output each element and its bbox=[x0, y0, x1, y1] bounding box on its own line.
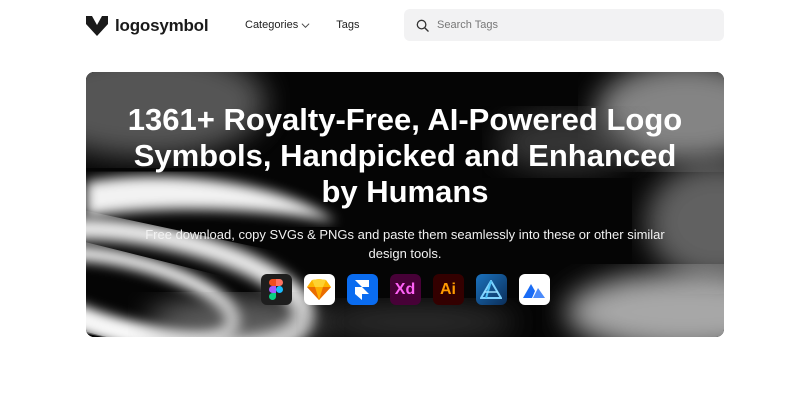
search-input[interactable] bbox=[437, 19, 707, 31]
nav-categories[interactable]: Categories bbox=[245, 19, 310, 31]
nav-categories-label: Categories bbox=[245, 19, 299, 31]
tool-adobe-illustrator[interactable]: Ai bbox=[432, 274, 464, 305]
framer-icon bbox=[355, 279, 369, 300]
tool-figma[interactable] bbox=[260, 274, 292, 305]
search-bar[interactable] bbox=[404, 9, 724, 41]
logo-text: logosymbol bbox=[115, 16, 209, 35]
hero-title-line: Symbols, Handpicked and Enhanced bbox=[133, 138, 677, 173]
hero-title-line: by Humans bbox=[321, 174, 489, 209]
nav-tags[interactable]: Tags bbox=[336, 19, 359, 31]
tool-adobe-xd[interactable]: Xd bbox=[389, 274, 421, 305]
hero-banner: 1361+ Royalty-Free, AI-Powered Logo Symb… bbox=[86, 72, 724, 337]
figma-icon bbox=[269, 279, 283, 300]
tool-affinity-designer[interactable] bbox=[475, 274, 507, 305]
nav-tags-label: Tags bbox=[336, 19, 360, 31]
search-icon bbox=[416, 19, 429, 32]
main-nav: Categories Tags bbox=[245, 19, 359, 31]
adobe-xd-icon: Xd bbox=[394, 280, 416, 298]
chevron-down-icon bbox=[301, 22, 310, 28]
adobe-illustrator-icon: Ai bbox=[440, 280, 456, 298]
site-header: logosymbol Categories Tags bbox=[0, 0, 800, 52]
tool-sketch[interactable] bbox=[303, 274, 335, 305]
hero-title-line: 1361+ Royalty-Free, AI-Powered Logo bbox=[127, 102, 683, 137]
tool-framer[interactable] bbox=[346, 274, 378, 305]
hero-subtitle-line: design tools. bbox=[368, 246, 442, 261]
hero-subtitle-line: Free download, copy SVGs & PNGs and past… bbox=[145, 227, 665, 242]
hero-title: 1361+ Royalty-Free, AI-Powered Logo Symb… bbox=[86, 102, 724, 210]
hero-subtitle: Free download, copy SVGs & PNGs and past… bbox=[126, 225, 684, 263]
logo-link[interactable]: logosymbol bbox=[86, 14, 209, 38]
affinity-designer-icon bbox=[480, 279, 502, 299]
sketch-icon bbox=[307, 279, 331, 300]
logosymbol-mark-icon bbox=[86, 16, 108, 36]
design-tools-list: Xd Ai bbox=[86, 274, 724, 305]
vectornator-icon bbox=[523, 283, 545, 298]
tool-vectornator[interactable] bbox=[518, 274, 550, 305]
